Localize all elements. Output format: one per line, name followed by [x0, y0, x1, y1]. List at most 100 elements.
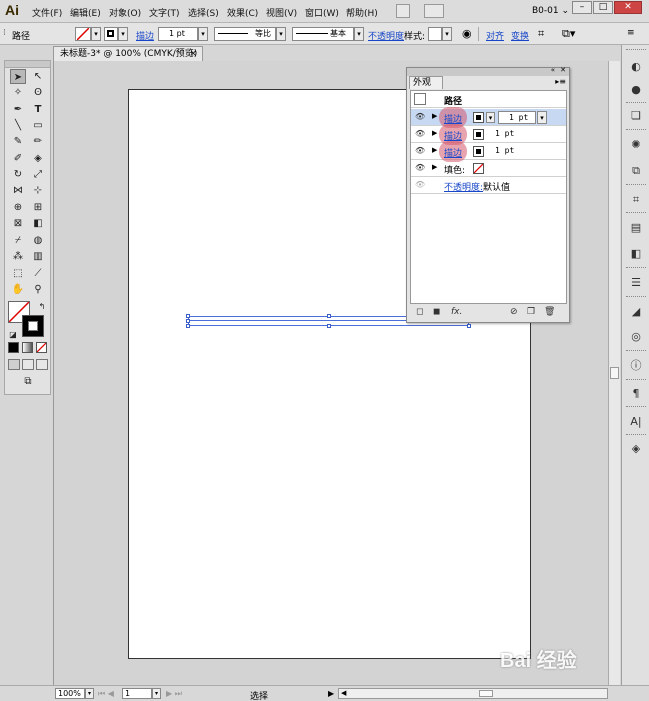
lasso-tool-icon[interactable]: ʘ	[30, 85, 46, 100]
screen-mode-icon[interactable]: ⧉	[20, 374, 36, 389]
appearance-tab[interactable]: 外观	[409, 76, 443, 89]
magic-wand-tool-icon[interactable]: ✧	[10, 85, 26, 100]
hand-tool-icon[interactable]: ✋	[10, 282, 26, 297]
gradient-panel-icon[interactable]: ◢	[627, 304, 645, 320]
stroke-swatch-icon[interactable]	[473, 112, 484, 123]
artboard-number-field[interactable]: 1	[122, 688, 152, 699]
clear-appearance-icon[interactable]: ⊘	[510, 307, 518, 317]
dock-grip[interactable]	[626, 406, 646, 409]
bridge-icon[interactable]	[396, 4, 410, 18]
close-document-icon[interactable]: ×	[189, 47, 197, 61]
dock-grip[interactable]	[626, 434, 646, 437]
brush-dropdown[interactable]: ▾	[354, 27, 364, 41]
stroke-color-swatch[interactable]	[22, 315, 44, 337]
blend-tool-icon[interactable]: ◍	[30, 233, 46, 248]
pen-tool-icon[interactable]: ✒	[10, 102, 26, 117]
duplicate-item-icon[interactable]: ❐	[527, 307, 535, 317]
graphic-style-dropdown[interactable]: ▾	[442, 27, 452, 41]
add-stroke-icon[interactable]: ◻	[416, 307, 423, 317]
expand-arrow-icon[interactable]: ▶	[432, 163, 437, 171]
gradient-mode-icon[interactable]	[22, 342, 33, 353]
symbol-sprayer-tool-icon[interactable]: ⁂	[10, 249, 26, 264]
dock-grip[interactable]	[626, 49, 646, 52]
stroke-row-label[interactable]: 描边	[444, 146, 462, 159]
type-tool-icon[interactable]: T	[30, 102, 46, 117]
stroke-swatch-icon[interactable]	[473, 129, 484, 140]
stroke-weight-field[interactable]: 1 pt	[498, 111, 536, 124]
stroke-weight-dropdown[interactable]: ▾	[198, 27, 208, 41]
menu-type[interactable]: 文字(T)	[149, 6, 180, 19]
profile-dropdown[interactable]: ▾	[276, 27, 286, 41]
menu-help[interactable]: 帮助(H)	[346, 6, 378, 19]
paragraph-panel-icon[interactable]: ¶	[627, 386, 645, 402]
stroke-weight-dropdown[interactable]: ▾	[537, 111, 547, 124]
menu-effect[interactable]: 效果(C)	[227, 6, 258, 19]
stroke-swatch[interactable]	[104, 27, 118, 41]
transform-panel-icon[interactable]: ⌗	[627, 192, 645, 208]
color-mode-icon[interactable]	[8, 342, 19, 353]
transform-link[interactable]: 变换	[511, 29, 529, 42]
handle-bottom-center[interactable]	[327, 324, 331, 328]
column-graph-tool-icon[interactable]: ▥	[30, 249, 46, 264]
align-panel-icon[interactable]: ▤	[627, 220, 645, 236]
add-fill-icon[interactable]: ◼	[433, 307, 440, 317]
expand-arrow-icon[interactable]: ▶	[432, 146, 437, 154]
rectangle-tool-icon[interactable]: ▭	[30, 118, 46, 133]
document-tab[interactable]: 未标题-3* @ 100% (CMYK/预览) ×	[53, 46, 203, 61]
visibility-eye-icon[interactable]: 👁	[415, 129, 425, 138]
transparency-panel-icon[interactable]: ◎	[627, 329, 645, 345]
dock-grip[interactable]	[626, 267, 646, 270]
dock-grip[interactable]	[626, 184, 646, 187]
panel-menu-icon[interactable]: ▸≡	[555, 77, 566, 86]
slice-tool-icon[interactable]: ⟋	[30, 266, 46, 281]
fill-swatch[interactable]	[75, 27, 91, 41]
shape-builder-tool-icon[interactable]: ⊕	[10, 200, 26, 215]
appearance-panel-titlebar[interactable]: « ✕	[407, 66, 569, 76]
document-info-icon[interactable]: ⓘ	[627, 358, 645, 374]
mesh-tool-icon[interactable]: ⊠	[10, 216, 26, 231]
symbols-panel-icon[interactable]: ✺	[627, 137, 645, 153]
handle-bottom-right[interactable]	[467, 324, 471, 328]
minimize-button[interactable]: –	[572, 1, 592, 14]
menu-object[interactable]: 对象(O)	[109, 6, 141, 19]
zoom-level-field[interactable]: 100%	[55, 688, 85, 699]
stroke-row-1[interactable]: 👁 ▶ 描边 ▾ 1 pt ▾	[411, 107, 566, 128]
stroke-row-2[interactable]: 👁 ▶ 描边 1 pt	[411, 124, 566, 145]
dock-grip[interactable]	[626, 102, 646, 105]
scale-tool-icon[interactable]: ⤢	[30, 167, 46, 182]
color-panel-icon[interactable]: ◐	[627, 59, 645, 75]
perspective-grid-tool-icon[interactable]: ⊞	[30, 200, 46, 215]
tools-panel-header[interactable]	[5, 61, 50, 68]
fill-dropdown[interactable]: ▾	[91, 27, 101, 41]
artboard-tool-icon[interactable]: ⬚	[10, 266, 26, 281]
rotate-tool-icon[interactable]: ↻	[10, 167, 26, 182]
draw-normal-icon[interactable]	[8, 359, 20, 370]
menu-file[interactable]: 文件(F)	[32, 6, 62, 19]
layers-panel-icon[interactable]: ◈	[627, 441, 645, 457]
dock-grip[interactable]	[626, 379, 646, 382]
fill-none-swatch-icon[interactable]	[473, 163, 484, 174]
dock-grip[interactable]	[626, 296, 646, 299]
zoom-dropdown[interactable]: ▾	[85, 688, 94, 699]
line-tool-icon[interactable]: ╲	[10, 118, 26, 133]
draw-inside-icon[interactable]	[36, 359, 48, 370]
handle-bottom-left[interactable]	[186, 324, 190, 328]
stroke-panel-link[interactable]: 描边	[136, 29, 154, 42]
vertical-scrollbar[interactable]	[608, 61, 620, 685]
swatches-panel-icon[interactable]: ❏	[627, 108, 645, 124]
recolor-icon[interactable]: ◉	[462, 27, 472, 40]
menu-window[interactable]: 窗口(W)	[305, 6, 339, 19]
delete-item-icon[interactable]: 🗑	[544, 307, 555, 317]
blob-brush-tool-icon[interactable]: ✐	[10, 151, 26, 166]
stroke-swatch-icon[interactable]	[473, 146, 484, 157]
close-panel-icon[interactable]: ✕	[560, 66, 566, 74]
workspace-switcher[interactable]: B0-01 ⌄	[532, 6, 569, 16]
variable-width-profile[interactable]: 等比	[214, 27, 276, 41]
expand-arrow-icon[interactable]: ▶	[432, 129, 437, 137]
maximize-button[interactable]: □	[593, 1, 613, 14]
opacity-row[interactable]: 👁 不透明度: 默认值	[411, 177, 566, 194]
align-link[interactable]: 对齐	[486, 29, 504, 42]
stroke-weight-input[interactable]: 1 pt	[158, 27, 198, 41]
width-tool-icon[interactable]: ⋈	[10, 183, 26, 198]
eraser-tool-icon[interactable]: ◈	[30, 151, 46, 166]
